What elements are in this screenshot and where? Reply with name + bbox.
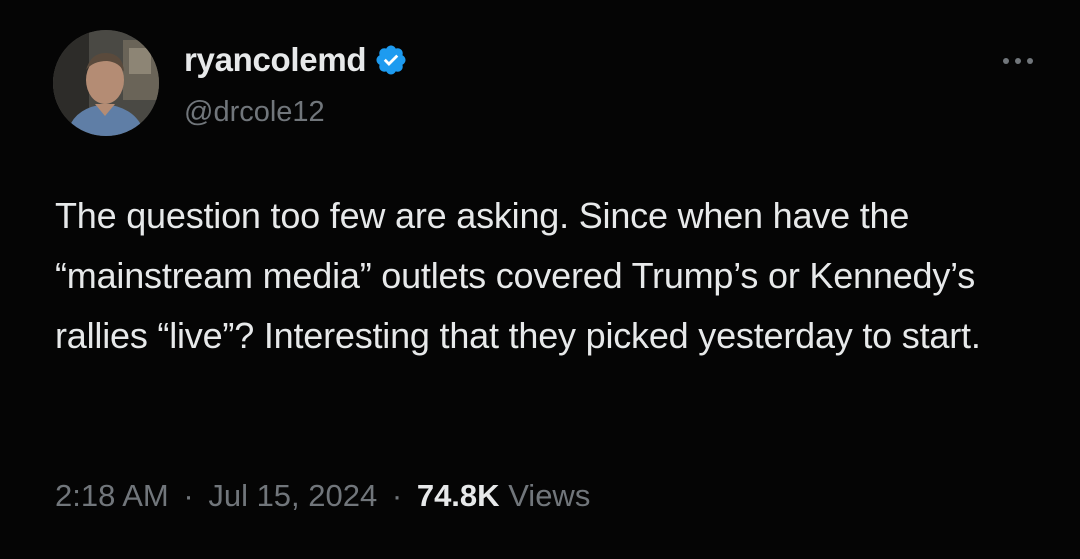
meta-separator: ·	[183, 478, 194, 513]
name-row: ryancolemd	[184, 40, 408, 80]
views-count[interactable]: 74.8K	[417, 478, 500, 513]
tweet-text: The question too few are asking. Since w…	[55, 195, 981, 356]
more-options-icon[interactable]	[998, 46, 1038, 76]
user-handle[interactable]: @drcole12	[184, 96, 325, 129]
meta-separator: ·	[391, 478, 403, 513]
views-label: Views	[508, 478, 591, 513]
verified-badge-icon	[374, 43, 408, 77]
tweet-time[interactable]: 2:18 AM	[55, 478, 169, 513]
display-name[interactable]: ryancolemd	[184, 41, 367, 79]
tweet-meta: 2:18 AM · Jul 15, 2024 · 74.8K Views	[55, 478, 590, 514]
avatar-photo	[53, 30, 159, 136]
avatar[interactable]	[53, 30, 159, 136]
tweet-card: ryancolemd @drcole12 The question too fe…	[0, 0, 1080, 559]
tweet-date[interactable]: Jul 15, 2024	[208, 478, 377, 513]
